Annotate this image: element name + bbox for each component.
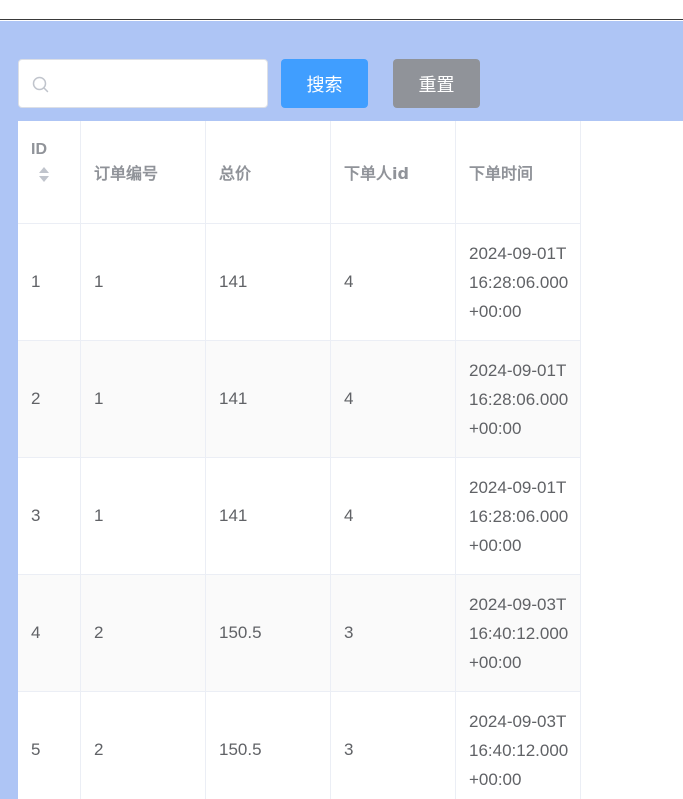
column-header-total: 总价 bbox=[206, 121, 331, 223]
cell-time: 2024-09-01T16:28:06.000+00:00 bbox=[456, 458, 581, 574]
cell-user-id: 3 bbox=[331, 692, 456, 799]
table-header-row: ID 订单编号 总价 下单人id 下单时间 bbox=[18, 121, 581, 224]
table-row[interactable]: 1 1 141 4 2024-09-01T16:28:06.000+00:00 bbox=[18, 224, 581, 341]
cell-id: 2 bbox=[18, 341, 81, 457]
sort-caret-icon[interactable] bbox=[39, 167, 49, 182]
table-row[interactable]: 2 1 141 4 2024-09-01T16:28:06.000+00:00 bbox=[18, 341, 581, 458]
column-header-label: ID bbox=[31, 141, 47, 158]
column-header-id[interactable]: ID bbox=[18, 121, 81, 223]
cell-time: 2024-09-01T16:28:06.000+00:00 bbox=[456, 341, 581, 457]
cell-order-no: 1 bbox=[81, 458, 206, 574]
table-row[interactable]: 5 2 150.5 3 2024-09-03T16:40:12.000+00:0… bbox=[18, 692, 581, 799]
search-icon bbox=[32, 76, 49, 93]
cell-user-id: 4 bbox=[331, 341, 456, 457]
sort-ascending-icon[interactable] bbox=[39, 167, 49, 173]
cell-user-id: 4 bbox=[331, 458, 456, 574]
cell-time: 2024-09-03T16:40:12.000+00:00 bbox=[456, 575, 581, 691]
column-header-order-no: 订单编号 bbox=[81, 121, 206, 223]
cell-total: 150.5 bbox=[206, 692, 331, 799]
cell-time: 2024-09-01T16:28:06.000+00:00 bbox=[456, 224, 581, 340]
cell-time: 2024-09-03T16:40:12.000+00:00 bbox=[456, 692, 581, 799]
cell-order-no: 1 bbox=[81, 224, 206, 340]
search-button[interactable]: 搜索 bbox=[281, 59, 368, 108]
column-header-time: 下单时间 bbox=[456, 121, 581, 223]
cell-id: 1 bbox=[18, 224, 81, 340]
reset-button[interactable]: 重置 bbox=[393, 59, 480, 108]
cell-total: 141 bbox=[206, 224, 331, 340]
cell-total: 141 bbox=[206, 458, 331, 574]
table-row[interactable]: 3 1 141 4 2024-09-01T16:28:06.000+00:00 bbox=[18, 458, 581, 575]
cell-user-id: 3 bbox=[331, 575, 456, 691]
cell-order-no: 2 bbox=[81, 575, 206, 691]
search-input[interactable] bbox=[59, 60, 259, 107]
cell-order-no: 2 bbox=[81, 692, 206, 799]
cell-order-no: 1 bbox=[81, 341, 206, 457]
cell-total: 150.5 bbox=[206, 575, 331, 691]
table-empty-area bbox=[581, 121, 683, 799]
cell-id: 4 bbox=[18, 575, 81, 691]
top-bar bbox=[0, 0, 683, 20]
cell-total: 141 bbox=[206, 341, 331, 457]
cell-id: 3 bbox=[18, 458, 81, 574]
column-header-user-id: 下单人id bbox=[331, 121, 456, 223]
main-panel: 搜索 重置 ID 订单编号 总价 下单人id 下单时间 1 1 141 4 20… bbox=[0, 21, 683, 799]
cell-user-id: 4 bbox=[331, 224, 456, 340]
table-row[interactable]: 4 2 150.5 3 2024-09-03T16:40:12.000+00:0… bbox=[18, 575, 581, 692]
search-box[interactable] bbox=[18, 59, 268, 108]
sort-descending-icon[interactable] bbox=[39, 176, 49, 182]
orders-table: ID 订单编号 总价 下单人id 下单时间 1 1 141 4 2024-09-… bbox=[18, 121, 581, 799]
cell-id: 5 bbox=[18, 692, 81, 799]
